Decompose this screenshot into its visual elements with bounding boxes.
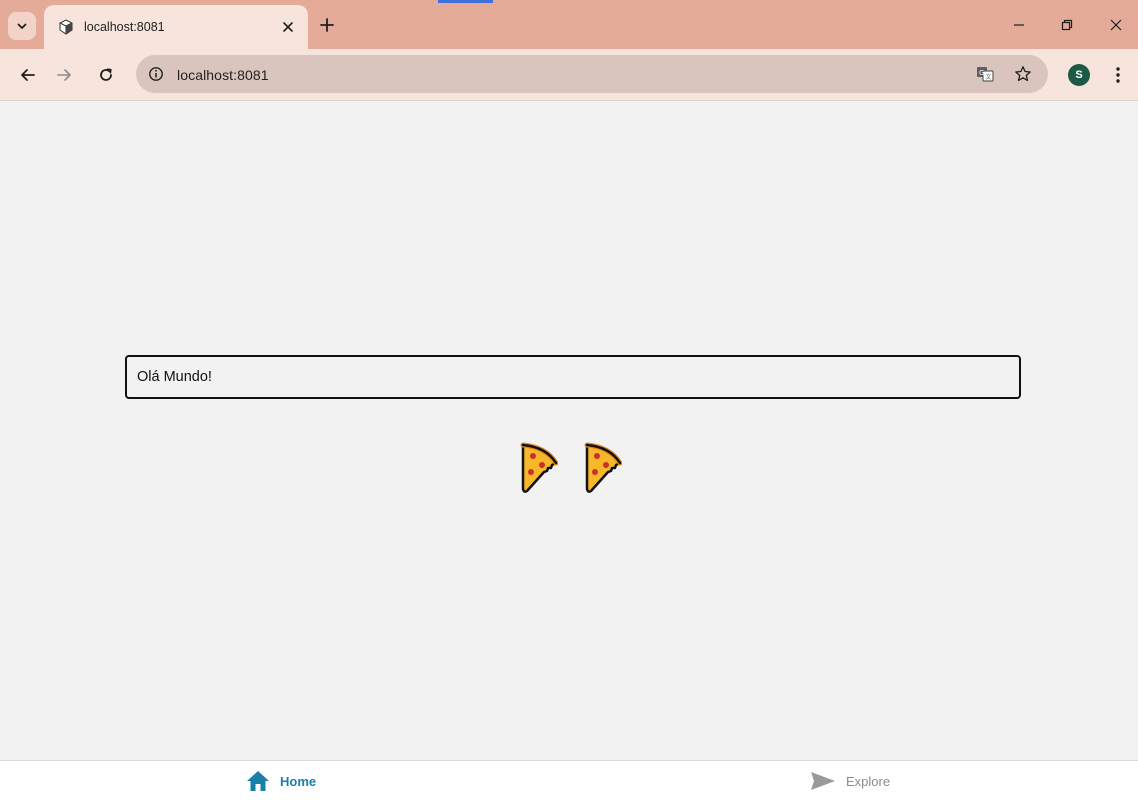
- star-icon: [1015, 66, 1031, 82]
- arrow-right-icon: [57, 69, 71, 81]
- minimize-button[interactable]: [1004, 10, 1034, 40]
- reload-button[interactable]: [92, 61, 120, 89]
- tab-home[interactable]: Home: [246, 761, 316, 800]
- bottom-tab-bar: Home Explore: [0, 760, 1138, 800]
- tab-search-button[interactable]: [8, 12, 36, 40]
- chevron-down-icon: [17, 23, 27, 29]
- pizza-list: [518, 441, 622, 495]
- address-bar[interactable]: localhost:8081 G 文: [136, 55, 1048, 93]
- send-icon: [811, 772, 835, 790]
- browser-menu-button[interactable]: [1106, 61, 1130, 89]
- close-icon: [1110, 19, 1122, 31]
- tab-explore-label: Explore: [846, 773, 891, 789]
- pizza-icon: [520, 442, 558, 493]
- profile-avatar[interactable]: S: [1068, 64, 1090, 86]
- tab-title: localhost:8081: [84, 20, 165, 34]
- restore-icon: [1061, 19, 1073, 31]
- tab-close-button[interactable]: [278, 17, 298, 37]
- minimize-icon: [1014, 24, 1024, 26]
- tab-strip: localhost:8081: [0, 0, 1138, 49]
- svg-text:G: G: [979, 69, 984, 77]
- more-vertical-icon: [1116, 67, 1120, 83]
- translate-button[interactable]: G 文: [974, 63, 996, 85]
- tab-home-label: Home: [280, 773, 317, 789]
- browser-tab[interactable]: localhost:8081: [44, 5, 308, 49]
- forward-button[interactable]: [50, 61, 78, 89]
- greeting-text-input[interactable]: [125, 355, 1021, 399]
- bookmark-star-button[interactable]: [1012, 63, 1034, 85]
- pizza-icon: [584, 442, 622, 493]
- back-button[interactable]: [14, 61, 42, 89]
- translate-icon: G 文: [977, 67, 994, 82]
- svg-text:文: 文: [986, 73, 992, 81]
- page-content: [0, 101, 1138, 760]
- url-text: localhost:8081: [177, 67, 269, 83]
- window-close-button[interactable]: [1101, 10, 1131, 40]
- restore-button[interactable]: [1052, 10, 1082, 40]
- plus-icon: [320, 18, 334, 32]
- cube-favicon-icon: [59, 19, 73, 35]
- close-icon: [283, 22, 293, 32]
- reload-icon: [100, 68, 112, 81]
- site-info-button[interactable]: [144, 62, 168, 86]
- new-tab-button[interactable]: [316, 14, 338, 36]
- info-icon: [149, 67, 163, 81]
- home-icon: [247, 771, 269, 791]
- arrow-left-icon: [21, 69, 35, 81]
- tab-explore[interactable]: Explore: [810, 761, 890, 800]
- browser-toolbar: localhost:8081 G 文 S: [0, 49, 1138, 101]
- tab-strip-accent: [438, 0, 493, 3]
